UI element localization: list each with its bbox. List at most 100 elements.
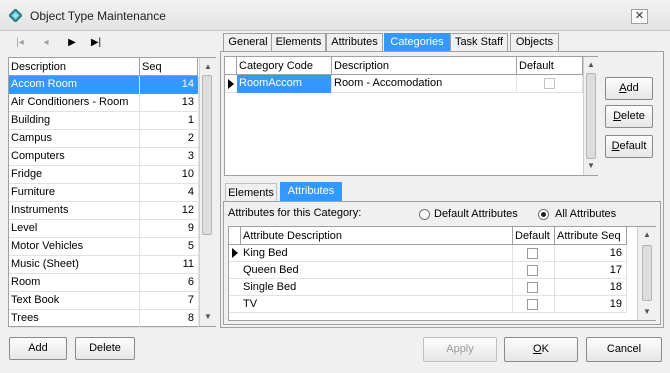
list-item[interactable]: Fridge 10: [9, 166, 199, 184]
scroll-thumb[interactable]: [642, 245, 652, 301]
default-checkbox[interactable]: [527, 299, 538, 310]
all-attributes-radio[interactable]: [538, 209, 549, 220]
table-row[interactable]: Queen Bed 17: [229, 262, 627, 279]
seq-cell[interactable]: 7: [140, 292, 199, 310]
seq-cell[interactable]: 5: [140, 238, 199, 256]
last-record-icon[interactable]: ▶|: [88, 36, 104, 50]
table-row[interactable]: RoomAccom Room - Accomodation: [225, 75, 583, 93]
all-attributes-label[interactable]: All Attributes: [555, 208, 616, 220]
list-item[interactable]: Room 6: [9, 274, 199, 292]
default-checkbox[interactable]: [527, 248, 538, 259]
next-record-icon[interactable]: ▶: [64, 36, 80, 50]
scroll-down-icon[interactable]: ▼: [200, 312, 216, 321]
list-item[interactable]: Accom Room 14: [9, 76, 199, 94]
description-cell[interactable]: Furniture: [9, 184, 140, 202]
seq-cell[interactable]: 11: [140, 256, 199, 274]
list-item[interactable]: Computers 3: [9, 148, 199, 166]
category-grid-scrollbar[interactable]: ▲ ▼: [583, 57, 598, 175]
description-cell[interactable]: Campus: [9, 130, 140, 148]
description-cell[interactable]: Text Book: [9, 292, 140, 310]
column-header-default[interactable]: Default: [517, 57, 583, 75]
column-header-description[interactable]: Description: [332, 57, 517, 75]
description-cell[interactable]: Motor Vehicles: [9, 238, 140, 256]
ok-button[interactable]: OK: [504, 337, 578, 362]
subtab-attributes[interactable]: Attributes: [280, 182, 342, 202]
description-cell[interactable]: Building: [9, 112, 140, 130]
scroll-up-icon[interactable]: ▲: [638, 230, 656, 239]
tab-categories[interactable]: Categories: [384, 33, 450, 52]
seq-cell[interactable]: 2: [140, 130, 199, 148]
list-item[interactable]: Trees 8: [9, 310, 199, 328]
subtab-elements[interactable]: Elements: [225, 183, 277, 202]
attribute-description-cell[interactable]: TV: [241, 296, 513, 313]
column-header-description[interactable]: Description: [9, 58, 140, 76]
table-row[interactable]: Single Bed 18: [229, 279, 627, 296]
list-item[interactable]: Music (Sheet) 11: [9, 256, 199, 274]
attribute-seq-cell[interactable]: 17: [555, 262, 627, 279]
seq-cell[interactable]: 8: [140, 310, 199, 328]
tab-elements[interactable]: Elements: [271, 33, 326, 52]
column-header-category-code[interactable]: Category Code: [237, 57, 332, 75]
description-cell[interactable]: Accom Room: [9, 76, 140, 94]
table-row[interactable]: TV 19: [229, 296, 627, 313]
list-item[interactable]: Level 9: [9, 220, 199, 238]
left-grid-scrollbar[interactable]: ▲ ▼: [199, 58, 216, 326]
tab-attributes[interactable]: Attributes: [326, 33, 383, 52]
list-item[interactable]: Furniture 4: [9, 184, 199, 202]
description-cell[interactable]: Computers: [9, 148, 140, 166]
close-icon[interactable]: ✕: [631, 9, 648, 24]
scroll-up-icon[interactable]: ▲: [200, 62, 216, 71]
list-item[interactable]: Instruments 12: [9, 202, 199, 220]
seq-cell[interactable]: 12: [140, 202, 199, 220]
add-category-button[interactable]: Add: [605, 77, 653, 100]
description-cell[interactable]: Trees: [9, 310, 140, 328]
scroll-thumb[interactable]: [202, 75, 212, 235]
attribute-description-cell[interactable]: King Bed: [241, 245, 513, 262]
list-item[interactable]: Building 1: [9, 112, 199, 130]
apply-button[interactable]: Apply: [423, 337, 497, 362]
scroll-down-icon[interactable]: ▼: [584, 161, 598, 170]
attribute-seq-cell[interactable]: 16: [555, 245, 627, 262]
scroll-down-icon[interactable]: ▼: [638, 307, 656, 316]
seq-cell[interactable]: 9: [140, 220, 199, 238]
seq-cell[interactable]: 3: [140, 148, 199, 166]
seq-cell[interactable]: 6: [140, 274, 199, 292]
column-header-attribute-seq[interactable]: Attribute Seq: [555, 227, 627, 245]
add-button[interactable]: Add: [9, 337, 67, 360]
tab-objects[interactable]: Objects: [510, 33, 559, 52]
column-header-default[interactable]: Default: [513, 227, 555, 245]
tab-general[interactable]: General: [223, 33, 273, 52]
default-attributes-radio[interactable]: [419, 209, 430, 220]
seq-cell[interactable]: 10: [140, 166, 199, 184]
table-row[interactable]: King Bed 16: [229, 245, 627, 262]
list-item[interactable]: Air Conditioners - Room 13: [9, 94, 199, 112]
attribute-seq-cell[interactable]: 18: [555, 279, 627, 296]
seq-cell[interactable]: 14: [140, 76, 199, 94]
tab-task-staff[interactable]: Task Staff: [450, 33, 508, 52]
default-checkbox[interactable]: [527, 282, 538, 293]
previous-record-icon[interactable]: ◂: [38, 36, 54, 50]
default-attributes-label[interactable]: Default Attributes: [434, 208, 518, 220]
seq-cell[interactable]: 13: [140, 94, 199, 112]
delete-button[interactable]: Delete: [75, 337, 135, 360]
category-description-cell[interactable]: Room - Accomodation: [332, 75, 517, 93]
attribute-description-cell[interactable]: Queen Bed: [241, 262, 513, 279]
description-cell[interactable]: Music (Sheet): [9, 256, 140, 274]
column-header-seq[interactable]: Seq: [140, 58, 198, 76]
default-checkbox[interactable]: [544, 78, 555, 89]
default-button[interactable]: Default: [605, 135, 653, 158]
attribute-grid-scrollbar[interactable]: ▲ ▼: [637, 227, 656, 320]
delete-category-button[interactable]: Delete: [605, 105, 653, 128]
cancel-button[interactable]: Cancel: [586, 337, 662, 362]
description-cell[interactable]: Instruments: [9, 202, 140, 220]
scroll-thumb[interactable]: [586, 73, 596, 159]
list-item[interactable]: Motor Vehicles 5: [9, 238, 199, 256]
attribute-description-cell[interactable]: Single Bed: [241, 279, 513, 296]
description-cell[interactable]: Room: [9, 274, 140, 292]
description-cell[interactable]: Air Conditioners - Room: [9, 94, 140, 112]
list-item[interactable]: Campus 2: [9, 130, 199, 148]
seq-cell[interactable]: 1: [140, 112, 199, 130]
first-record-icon[interactable]: |◂: [12, 36, 28, 50]
attribute-seq-cell[interactable]: 19: [555, 296, 627, 313]
column-header-attribute-description[interactable]: Attribute Description: [241, 227, 513, 245]
